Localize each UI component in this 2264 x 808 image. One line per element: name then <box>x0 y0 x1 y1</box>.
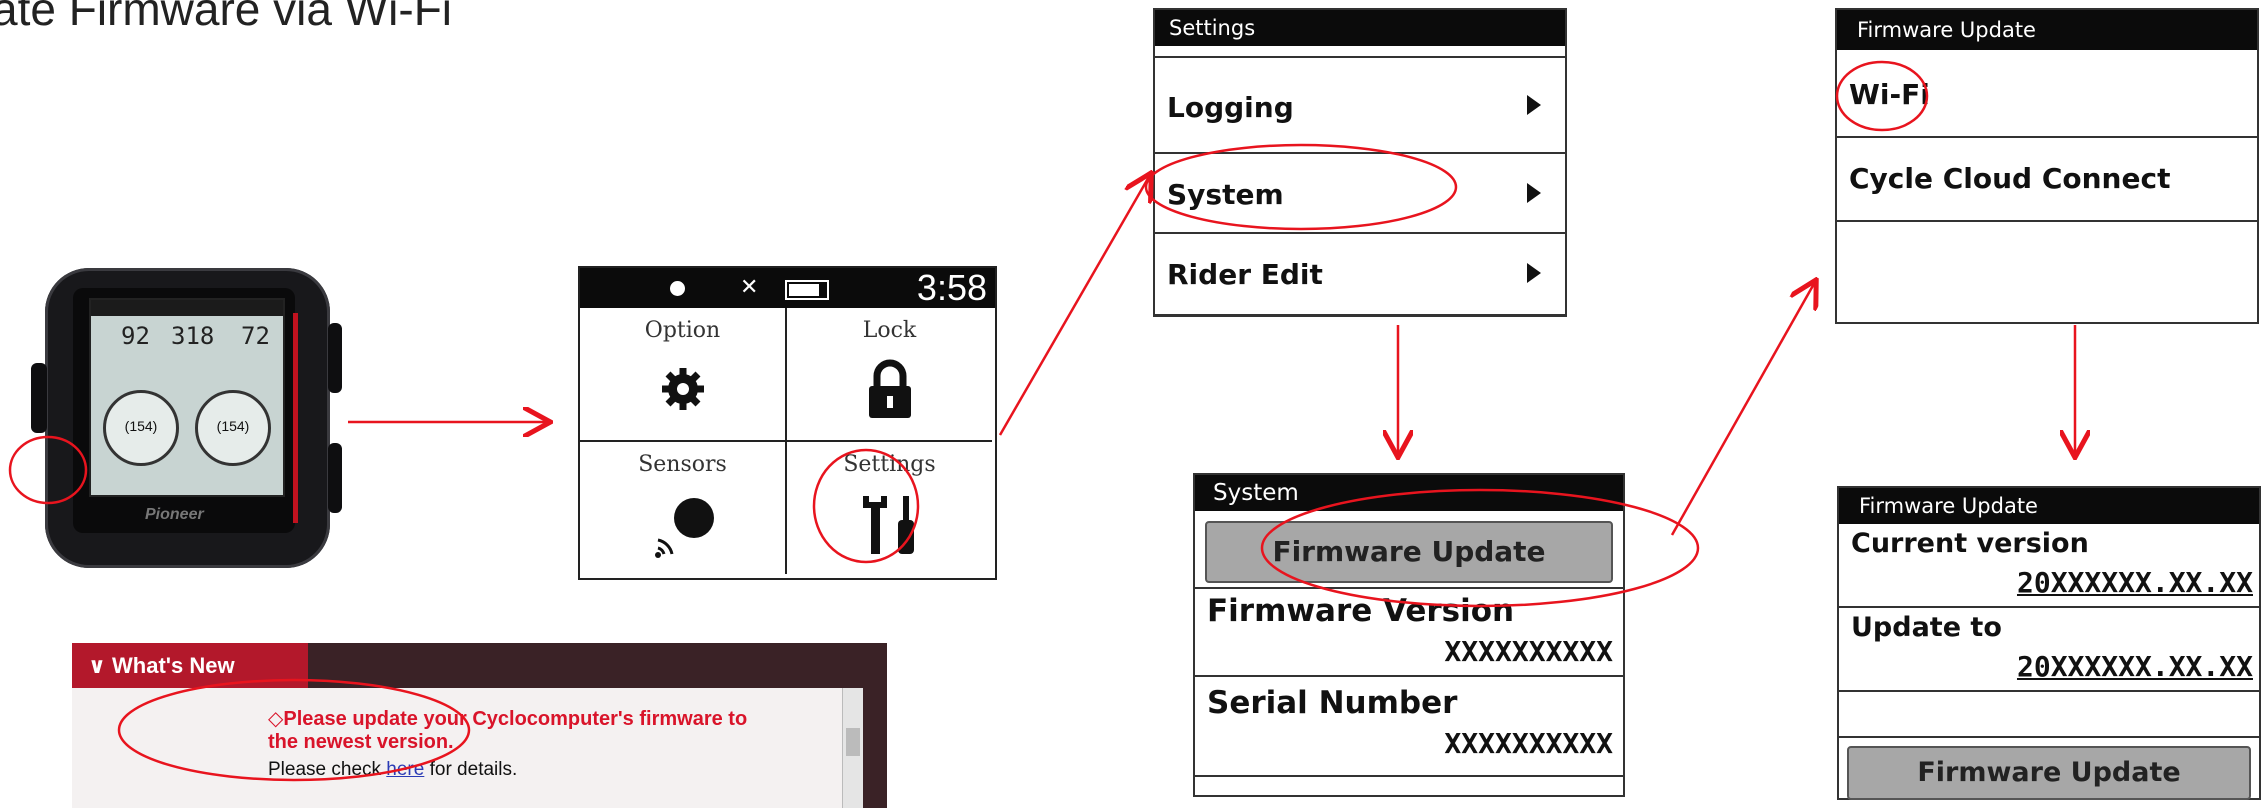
highlight-circle-settings <box>812 448 920 564</box>
highlight-circle-news <box>117 678 471 782</box>
arrow-menu-to-settings <box>998 175 1150 436</box>
highlight-circle-firmware-update <box>1260 488 1700 608</box>
annotation-overlay <box>8 60 2264 782</box>
highlight-circle-wifi <box>1835 60 1929 132</box>
highlight-circle-system <box>1144 143 1458 231</box>
arrow-system-to-firmware-menu <box>1670 282 1815 536</box>
highlight-circle-side-button <box>8 435 88 505</box>
